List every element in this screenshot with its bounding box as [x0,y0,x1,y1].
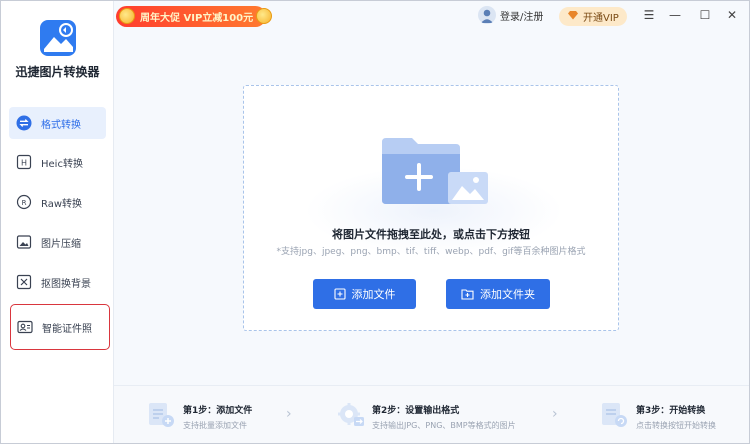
minimize-icon[interactable]: — [668,8,682,22]
sidebar-item-raw[interactable]: R Raw转换 [9,186,106,218]
sidebar-item-format-convert[interactable]: 格式转换 [9,107,106,139]
sidebar-item-label: 抠图换背景 [41,278,91,290]
app-window: 迅捷图片转换器 格式转换 H Heic转换 R Raw转换 图片压缩 抠图换背景… [0,0,750,444]
vip-label: 开通VIP [583,13,619,24]
sidebar-item-id-photo[interactable]: 智能证件照 [10,304,110,350]
avatar-icon [478,6,496,24]
step-title: 第3步：开始转换 [636,406,706,416]
coin-icon [256,8,272,24]
convert-step-icon [600,401,630,429]
step-title: 第1步：添加文件 [183,406,253,416]
step-desc: 点击转换按钮开始转换 [636,421,716,430]
step-3: 第3步：开始转换 点击转换按钮开始转换 [600,401,716,431]
promo-banner[interactable]: 周年大促 VIP立减100元 [116,6,272,27]
sidebar-item-label: Raw转换 [41,198,83,210]
sidebar-item-label: 图片压缩 [41,238,81,250]
app-name: 迅捷图片转换器 [15,65,100,79]
compress-icon [16,234,32,250]
chevron-right-icon: › [552,406,558,422]
step-1: 第1步：添加文件 支持批量添加文件 [147,401,252,431]
login-label: 登录/注册 [500,11,544,23]
menu-icon[interactable]: ☰ [642,8,656,22]
close-icon[interactable]: ✕ [725,8,739,22]
add-folder-icon [461,288,474,300]
login-button[interactable]: 登录/注册 [478,6,543,24]
app-logo-icon [39,19,77,57]
heic-icon: H [16,154,32,170]
step-desc: 支持批量添加文件 [183,421,247,430]
add-file-button[interactable]: 添加文件 [313,279,416,309]
folder-image-icon [378,134,496,214]
settings-step-icon [336,401,366,429]
steps-bar: 第1步：添加文件 支持批量添加文件 › 第2步：设置输出格式 支持输出JPG、P… [114,385,749,443]
sidebar-item-compress[interactable]: 图片压缩 [9,226,106,258]
step-title: 第2步：设置输出格式 [372,406,460,416]
add-file-label: 添加文件 [351,288,396,301]
add-folder-button[interactable]: 添加文件夹 [446,279,550,309]
sidebar-item-heic[interactable]: H Heic转换 [9,146,106,178]
drop-zone-title: 将图片文件拖拽至此处，或点击下方按钮 [332,228,530,241]
drop-zone-subtitle: *支持jpg、jpeg、png、bmp、tif、tiff、webp、pdf、gi… [276,247,586,257]
add-file-icon [333,288,346,300]
step-2: 第2步：设置输出格式 支持输出JPG、PNG、BMP等格式的图片 [336,401,516,431]
drop-zone[interactable]: 将图片文件拖拽至此处，或点击下方按钮 *支持jpg、jpeg、png、bmp、t… [243,85,619,331]
add-file-step-icon [147,401,177,429]
sidebar: 迅捷图片转换器 格式转换 H Heic转换 R Raw转换 图片压缩 抠图换背景… [1,1,114,443]
vip-button[interactable]: 开通VIP [559,7,627,26]
sidebar-item-label: Heic转换 [41,158,83,170]
step-desc: 支持输出JPG、PNG、BMP等格式的图片 [372,421,516,430]
sidebar-item-cutout[interactable]: 抠图换背景 [9,266,106,298]
sidebar-item-label: 格式转换 [41,119,81,131]
svg-text:H: H [21,159,27,168]
add-folder-label: 添加文件夹 [480,288,535,301]
cutout-icon [16,274,32,290]
svg-text:R: R [22,199,27,207]
promo-text: 周年大促 VIP立减100元 [140,13,254,24]
maximize-icon[interactable]: ☐ [698,8,712,22]
format-convert-icon [16,115,32,131]
coin-icon [119,8,135,24]
top-bar: 周年大促 VIP立减100元 登录/注册 开通VIP ☰ — ☐ ✕ [114,1,749,31]
chevron-right-icon: › [286,406,292,422]
sidebar-item-label: 智能证件照 [42,323,92,335]
raw-icon: R [16,194,32,210]
id-photo-icon [17,319,33,335]
diamond-icon [567,10,579,23]
